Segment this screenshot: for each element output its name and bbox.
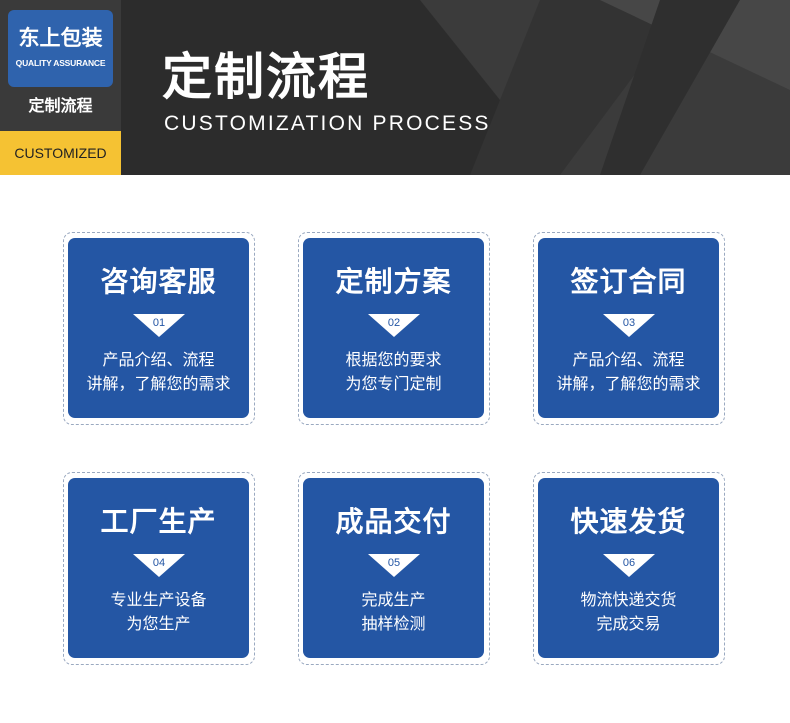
step-card-3: 签订合同 03 产品介绍、流程 讲解，了解您的需求 [533, 232, 725, 425]
step-description-line: 完成交易 [596, 614, 661, 633]
step-description: 专业生产设备 为您生产 [72, 588, 245, 636]
process-steps: 咨询客服 01 产品介绍、流程 讲解，了解您的需求 定制方案 02 根据您的要求… [0, 0, 790, 723]
step-title: 工厂生产 [100, 505, 217, 538]
step-number-badge: 04 [133, 554, 185, 577]
step-title: 定制方案 [335, 265, 452, 298]
step-number-badge: 02 [368, 314, 420, 337]
step-number-badge: 06 [603, 554, 655, 577]
step-number: 03 [622, 317, 636, 329]
step-description: 物流快递交货 完成交易 [542, 588, 715, 636]
step-title: 成品交付 [335, 505, 452, 538]
step-description: 产品介绍、流程 讲解，了解您的需求 [72, 348, 245, 396]
step-title: 快速发货 [570, 505, 687, 538]
step-card-body: 签订合同 03 产品介绍、流程 讲解，了解您的需求 [538, 238, 719, 418]
step-number: 05 [387, 557, 401, 569]
step-number-badge: 03 [603, 314, 655, 337]
step-description-line: 为您生产 [126, 614, 191, 633]
step-description-line: 讲解，了解您的需求 [86, 374, 231, 393]
step-description: 完成生产 抽样检测 [307, 588, 480, 636]
step-description-line: 物流快递交货 [580, 590, 677, 609]
step-number-badge: 01 [133, 314, 185, 337]
step-title: 咨询客服 [100, 265, 217, 298]
step-card-body: 成品交付 05 完成生产 抽样检测 [303, 478, 484, 658]
step-card-2: 定制方案 02 根据您的要求 为您专门定制 [298, 232, 490, 425]
step-title: 签订合同 [570, 265, 687, 298]
step-number-badge: 05 [368, 554, 420, 577]
step-number: 02 [387, 317, 401, 329]
step-description-line: 产品介绍、流程 [102, 350, 215, 369]
step-description-line: 专业生产设备 [110, 590, 207, 609]
step-card-body: 咨询客服 01 产品介绍、流程 讲解，了解您的需求 [68, 238, 249, 418]
step-card-5: 成品交付 05 完成生产 抽样检测 [298, 472, 490, 665]
step-description-line: 产品介绍、流程 [572, 350, 685, 369]
step-description: 根据您的要求 为您专门定制 [307, 348, 480, 396]
step-number: 01 [152, 317, 166, 329]
step-description-line: 完成生产 [361, 590, 426, 609]
step-card-body: 定制方案 02 根据您的要求 为您专门定制 [303, 238, 484, 418]
step-card-6: 快速发货 06 物流快递交货 完成交易 [533, 472, 725, 665]
step-card-body: 快速发货 06 物流快递交货 完成交易 [538, 478, 719, 658]
step-description-line: 为您专门定制 [345, 374, 442, 393]
step-description: 产品介绍、流程 讲解，了解您的需求 [542, 348, 715, 396]
step-description-line: 讲解，了解您的需求 [556, 374, 701, 393]
step-card-body: 工厂生产 04 专业生产设备 为您生产 [68, 478, 249, 658]
step-description-line: 根据您的要求 [345, 350, 442, 369]
step-description-line: 抽样检测 [361, 614, 426, 633]
step-number: 04 [152, 557, 166, 569]
step-card-1: 咨询客服 01 产品介绍、流程 讲解，了解您的需求 [63, 232, 255, 425]
step-number: 06 [622, 557, 636, 569]
step-card-4: 工厂生产 04 专业生产设备 为您生产 [63, 472, 255, 665]
